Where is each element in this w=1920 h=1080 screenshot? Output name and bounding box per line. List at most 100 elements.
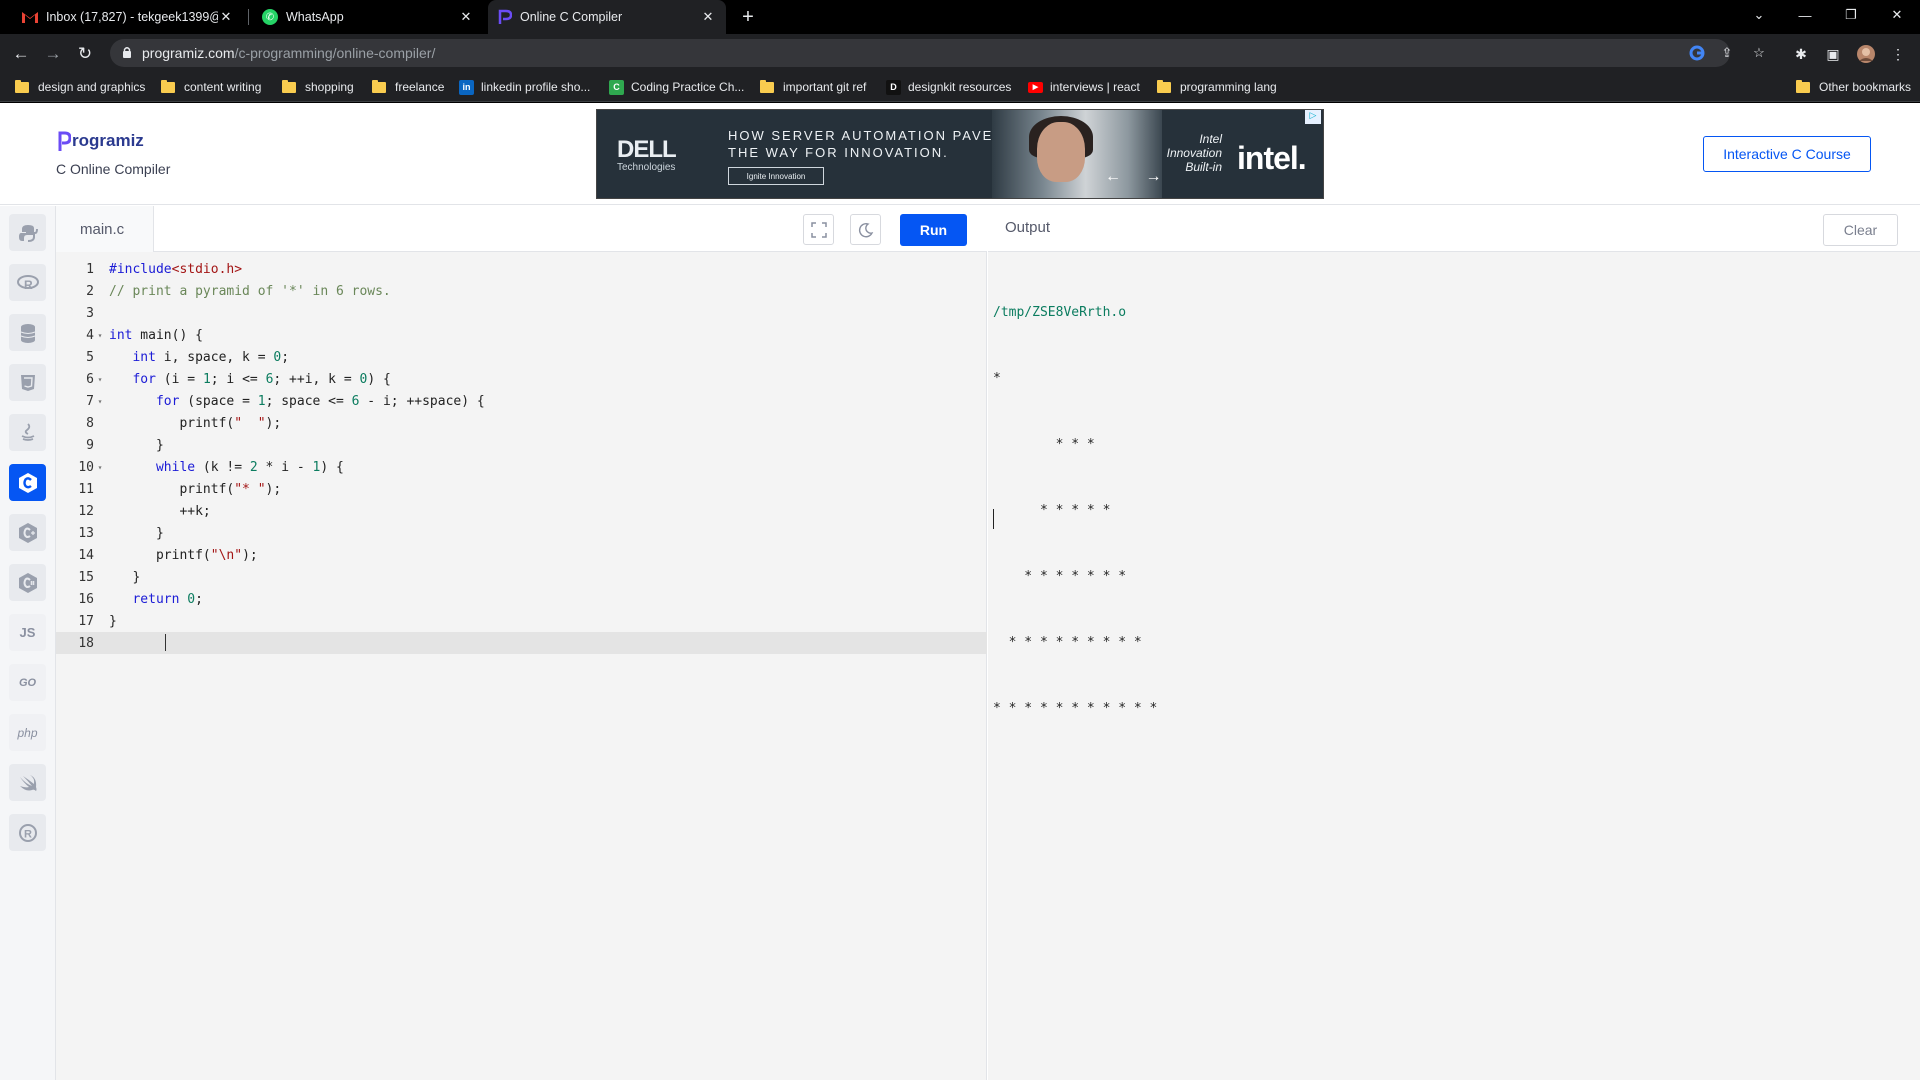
text-cursor <box>165 634 166 651</box>
close-icon[interactable]: ✕ <box>458 9 474 25</box>
bookmark-item[interactable]: programming lang <box>1157 78 1277 96</box>
programiz-logo[interactable]: rogramiz <box>57 130 144 152</box>
reload-icon[interactable]: ↻ <box>72 41 98 67</box>
ad-inside-text: Intel Innovation Built-in <box>1154 132 1222 174</box>
fold-arrow-icon[interactable]: ▾ <box>94 331 106 340</box>
tab-search-icon[interactable]: ⌄ <box>1736 0 1782 30</box>
back-arrow-icon[interactable]: ← <box>8 41 34 67</box>
bookmark-item[interactable]: ▶ interviews | react <box>1028 78 1140 96</box>
bookmark-label: interviews | react <box>1050 80 1140 94</box>
run-button[interactable]: Run <box>900 214 967 246</box>
ad-inside-line: Intel <box>1199 132 1222 146</box>
file-tab-main-c[interactable]: main.c <box>56 206 154 252</box>
restore-button[interactable]: ❐ <box>1828 0 1874 30</box>
code-line: 6 ▾ for (i = 1; i <= 6; ++i, k = 0) { <box>56 368 987 390</box>
bookmark-item[interactable]: content writing <box>161 78 261 96</box>
bookmark-label: programming lang <box>1180 80 1277 94</box>
line-number: 5 <box>86 349 94 365</box>
share-icon[interactable]: ⇪ <box>1718 44 1736 62</box>
code-line: 5 int i, space, k = 0; <box>56 346 987 368</box>
tab-whatsapp[interactable]: ✆ WhatsApp ✕ <box>252 0 484 34</box>
swift-icon[interactable] <box>9 764 46 801</box>
bookmark-label: linkedin profile sho... <box>481 80 591 94</box>
tab-gmail[interactable]: Inbox (17,827) - tekgeek1399@gr ✕ <box>12 0 244 34</box>
minimize-button[interactable]: — <box>1782 0 1828 30</box>
google-icon[interactable] <box>1688 44 1706 62</box>
output-console[interactable]: /tmp/ZSE8VeRrth.o * * * * * * * * * * * … <box>993 258 1157 764</box>
html-icon[interactable] <box>9 364 46 401</box>
php-icon[interactable]: php <box>9 714 46 751</box>
folder-icon <box>1796 79 1810 93</box>
c-icon[interactable] <box>9 464 46 501</box>
sql-icon[interactable] <box>9 314 46 351</box>
bookmark-item[interactable]: in linkedin profile sho... <box>459 78 590 96</box>
cpp-icon[interactable] <box>9 514 46 551</box>
js-icon[interactable]: JS <box>9 614 46 651</box>
interactive-course-button[interactable]: Interactive C Course <box>1703 136 1871 172</box>
bookmark-item[interactable]: shopping <box>282 78 354 96</box>
java-icon[interactable] <box>9 414 46 451</box>
bookmark-label: Coding Practice Ch... <box>631 80 745 94</box>
fold-arrow-icon[interactable]: ▾ <box>94 397 106 406</box>
fullscreen-icon[interactable] <box>803 214 834 245</box>
close-icon[interactable]: ✕ <box>700 9 716 25</box>
fold-arrow-icon[interactable]: ▾ <box>94 375 106 384</box>
programiz-logo-icon <box>58 131 71 151</box>
code-line: 4 ▾ int main() { <box>56 324 987 346</box>
new-tab-button[interactable]: + <box>736 6 760 30</box>
browser-toolbar: ← → ↻ programiz.com/c-programming/online… <box>0 34 1920 72</box>
code-line: 16 return 0; <box>56 588 987 610</box>
ad-inside-line: Innovation <box>1166 146 1222 160</box>
output-pane: Output Clear /tmp/ZSE8VeRrth.o * * * * *… <box>988 206 1920 1080</box>
menu-kebab-icon[interactable]: ⋮ <box>1887 43 1909 65</box>
line-number: 6 <box>86 371 94 387</box>
logo-text: rogramiz <box>72 131 144 150</box>
browser-tab-bar: Inbox (17,827) - tekgeek1399@gr ✕ ✆ What… <box>0 0 1920 34</box>
forward-arrow-icon[interactable]: → <box>40 41 66 67</box>
adchoices-icon[interactable]: ▷ <box>1305 110 1321 124</box>
ad-cta-button[interactable]: Ignite Innovation <box>728 167 824 185</box>
editor-header: main.c Run <box>56 206 987 252</box>
dark-mode-moon-icon[interactable] <box>850 214 881 245</box>
r-icon[interactable]: R <box>9 264 46 301</box>
address-bar[interactable]: programiz.com/c-programming/online-compi… <box>110 39 1765 67</box>
side-panel-icon[interactable]: ▣ <box>1822 43 1844 65</box>
language-sidebar: R JS GO php R <box>0 206 56 1080</box>
line-number: 7 <box>86 393 94 409</box>
url-path: /c-programming/online-compiler/ <box>234 45 436 61</box>
bookmark-star-icon[interactable]: ☆ <box>1750 44 1768 62</box>
folder-icon <box>282 79 296 93</box>
extensions-icon[interactable]: ✱ <box>1790 43 1812 65</box>
line-number: 4 <box>86 327 94 343</box>
bookmark-label: content writing <box>184 80 262 94</box>
tab-online-c-compiler[interactable]: Online C Compiler ✕ <box>488 0 726 34</box>
line-number: 11 <box>78 481 94 497</box>
other-bookmarks[interactable]: Other bookmarks <box>1796 78 1911 96</box>
go-icon[interactable]: GO <box>9 664 46 701</box>
code-area[interactable]: 1 #include<stdio.h> 2// print a pyramid o… <box>56 252 987 1080</box>
svg-text:R: R <box>24 278 33 291</box>
close-icon[interactable]: ✕ <box>218 9 234 25</box>
code-line: 15 } <box>56 566 987 588</box>
clear-button[interactable]: Clear <box>1823 214 1898 246</box>
line-number: 18 <box>78 635 94 651</box>
output-line: * * * * * <box>993 503 1111 518</box>
code-line: 3 <box>56 302 987 324</box>
folder-icon <box>760 79 774 93</box>
close-window-button[interactable]: ✕ <box>1874 0 1920 30</box>
output-line: * <box>993 371 1001 386</box>
bookmark-item[interactable]: important git ref <box>760 78 866 96</box>
profile-avatar[interactable] <box>1855 43 1877 65</box>
fold-arrow-icon[interactable]: ▾ <box>94 463 106 472</box>
bookmarks-bar: design and graphics content writing shop… <box>0 72 1920 102</box>
bookmark-item[interactable]: C Coding Practice Ch... <box>609 78 744 96</box>
bookmark-item[interactable]: freelance <box>372 78 444 96</box>
csharp-icon[interactable] <box>9 564 46 601</box>
rust-icon[interactable]: R <box>9 814 46 851</box>
line-number: 13 <box>78 525 94 541</box>
output-line: * * * <box>993 437 1095 452</box>
bookmark-item[interactable]: Ddesignkit resources <box>886 78 1011 96</box>
python-icon[interactable] <box>9 214 46 251</box>
advertisement-banner[interactable]: DELL Technologies HOW SERVER AUTOMATION … <box>596 109 1324 199</box>
bookmark-item[interactable]: design and graphics <box>15 78 145 96</box>
